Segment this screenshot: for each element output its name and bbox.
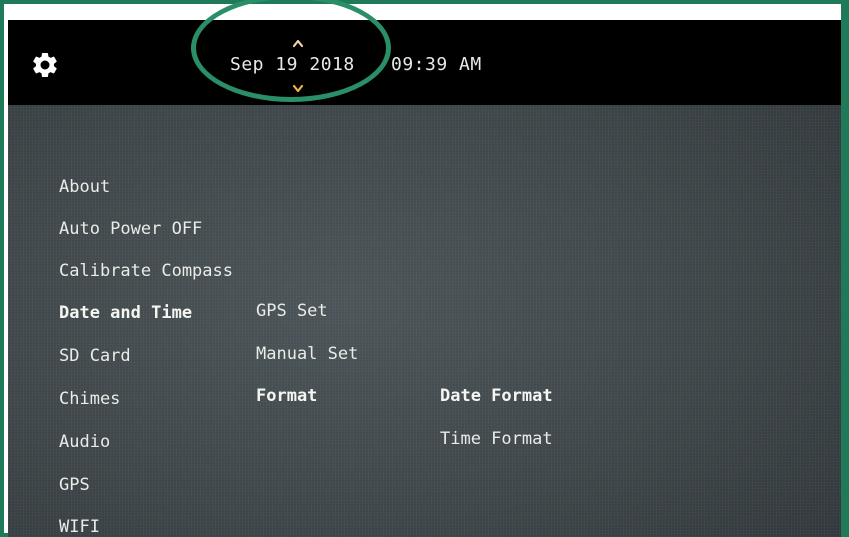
menu-item-gps[interactable]: GPS [59, 475, 90, 495]
submenu-item-date-format[interactable]: Date Format [440, 386, 553, 406]
menu-item-chimes[interactable]: Chimes [59, 389, 120, 409]
menu-item-sd-card[interactable]: SD Card [59, 346, 131, 366]
menu-item-audio[interactable]: Audio [59, 432, 110, 452]
submenu-item-gps-set[interactable]: GPS Set [256, 301, 328, 321]
menu-item-wifi[interactable]: WIFI [59, 517, 100, 537]
submenu-item-manual-set[interactable]: Manual Set [256, 344, 358, 364]
device-frame: Sep 19 2018 09:39 AM About Auto Power OF… [0, 0, 849, 537]
menu-item-date-and-time[interactable]: Date and Time [59, 303, 192, 323]
menu-item-auto-power-off[interactable]: Auto Power OFF [59, 219, 202, 239]
gear-icon[interactable] [30, 50, 60, 80]
menu-item-about[interactable]: About [59, 177, 110, 197]
status-bar: Sep 19 2018 09:39 AM [8, 20, 841, 105]
menu-item-calibrate-compass[interactable]: Calibrate Compass [59, 261, 233, 281]
submenu-item-format[interactable]: Format [256, 386, 317, 406]
time-value[interactable]: 09:39 AM [391, 54, 482, 75]
submenu-item-time-format[interactable]: Time Format [440, 429, 553, 449]
device-screen: Sep 19 2018 09:39 AM About Auto Power OF… [8, 20, 841, 537]
